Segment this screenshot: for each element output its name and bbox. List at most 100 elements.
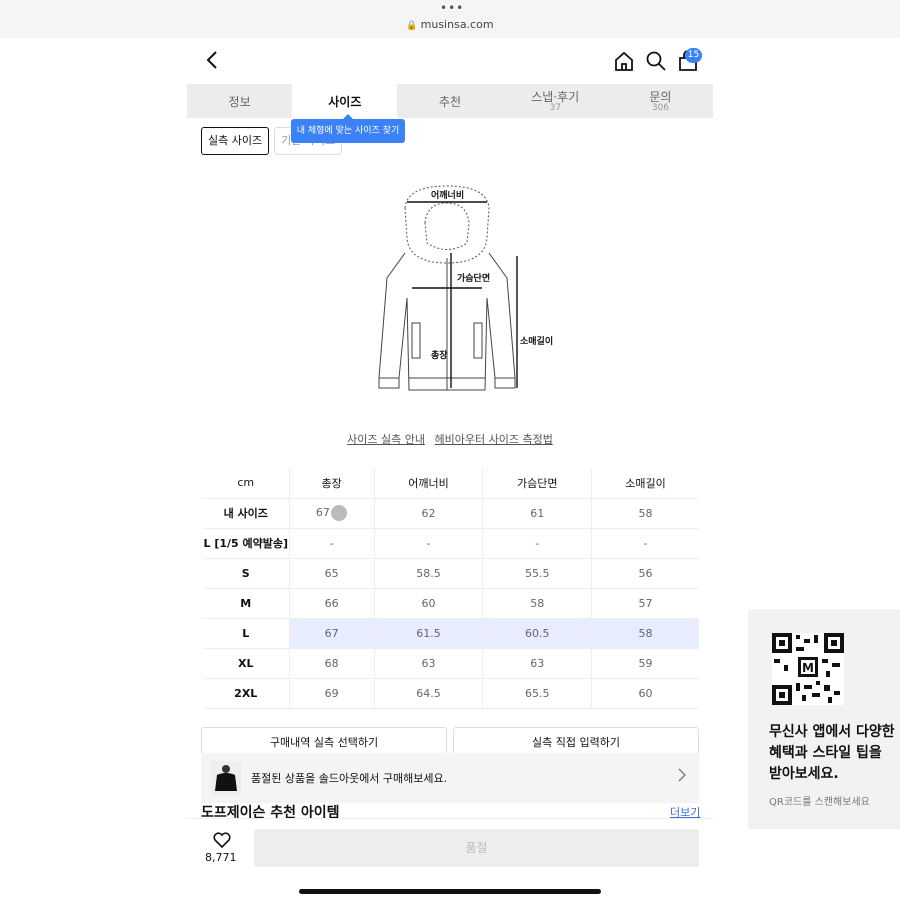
table-header: cm	[203, 468, 290, 499]
cart-badge: 15	[685, 48, 702, 63]
cell: 55.5	[482, 558, 593, 589]
row-label: XL	[203, 648, 290, 679]
table-row: S 65 58.5 55.5 56	[203, 558, 699, 589]
cell: 60	[591, 678, 699, 709]
like-count: 8,771	[205, 851, 237, 864]
row-label: L [1/5 예약발송]	[203, 528, 290, 559]
table-header: 총장	[289, 468, 375, 499]
table-row: L [1/5 예약발송] - - - -	[203, 528, 699, 559]
product-thumbnail	[211, 761, 241, 795]
search-icon[interactable]	[645, 50, 667, 72]
cell: 58	[482, 588, 593, 619]
table-row: 내 사이즈 67 62 61 58	[203, 498, 699, 529]
home-icon[interactable]	[613, 50, 635, 72]
promo-line: 혜택과 스타일 팁을	[769, 745, 882, 761]
drag-handle-dot[interactable]	[331, 505, 348, 521]
table-row-highlighted: L 67 61.5 60.5 58	[203, 618, 699, 649]
chevron-right-icon	[678, 768, 686, 782]
label-chest: 가슴단면	[457, 272, 490, 284]
tab-qna[interactable]: 문의 306	[608, 84, 713, 118]
home-indicator	[299, 889, 601, 894]
size-guide-link[interactable]: 사이즈 실측 안내	[347, 433, 425, 446]
tab-size[interactable]: 사이즈	[292, 84, 398, 118]
cell: 61	[482, 498, 593, 529]
cell: 63	[482, 648, 593, 679]
size-guide-links: 사이즈 실측 안내 헤비아우터 사이즈 측정법	[187, 431, 713, 447]
table-row: XL 68 63 63 59	[203, 648, 699, 679]
tab-label: 추천	[438, 95, 462, 109]
cell: -	[591, 528, 699, 559]
cell: 58.5	[374, 558, 484, 589]
cell: -	[289, 528, 375, 559]
heart-icon[interactable]	[213, 831, 231, 849]
row-label: S	[203, 558, 290, 589]
cell: 61.5	[374, 618, 484, 649]
cell: -	[374, 528, 484, 559]
row-label: 내 사이즈	[203, 498, 290, 529]
row-label: L	[203, 618, 290, 649]
cell: 56	[591, 558, 699, 589]
cell: 67	[289, 618, 375, 649]
size-finder-tooltip[interactable]: 내 체형에 맞는 사이즈 찾기	[291, 114, 405, 143]
table-header: 가슴단면	[482, 468, 593, 499]
svg-text:M: M	[802, 661, 814, 675]
product-page: 15 정보 사이즈 추천 스냅·후기37 문의306 실측 사이즈 기준 사이즈…	[187, 38, 713, 900]
measure-method-link[interactable]: 헤비아우터 사이즈 측정법	[435, 433, 553, 446]
table-header: 소매길이	[591, 468, 699, 499]
promo-line: 받아보세요.	[769, 766, 839, 782]
cell: 63	[374, 648, 484, 679]
measured-size-button[interactable]: 실측 사이즈	[201, 127, 270, 155]
soldout-text: 품절된 상품을 솔드아웃에서 구매해보세요.	[251, 772, 448, 785]
page-header: 15	[187, 38, 713, 84]
cell: 57	[591, 588, 699, 619]
tab-info[interactable]: 정보	[187, 84, 292, 118]
app-promo-panel: M 무신사 앱에서 다양한 혜택과 스타일 팁을 받아보세요. QR코드를 스캔…	[748, 609, 900, 829]
tab-bar: 정보 사이즈 추천 스냅·후기 37 문의 306	[187, 84, 713, 118]
cell: 64.5	[374, 678, 484, 709]
table-row: 2XL 69 64.5 65.5 60	[203, 678, 699, 709]
url-display[interactable]: 🔒 musinsa.com	[0, 18, 900, 31]
cell: 66	[289, 588, 375, 619]
bottom-bar: 8,771 품절	[187, 818, 713, 900]
tab-label: 정보	[228, 95, 251, 109]
cell: 60.5	[482, 618, 593, 649]
cell: 65	[289, 558, 375, 589]
row-label: 2XL	[203, 678, 290, 709]
label-sleeve: 소매길이	[520, 335, 553, 347]
table-header-row: cm 총장 어깨너비 가슴단면 소매길이	[203, 468, 699, 499]
promo-line: 무신사 앱에서 다양한	[769, 724, 895, 740]
tab-count: 306	[651, 103, 669, 113]
url-text: musinsa.com	[420, 18, 494, 31]
table-row: M 66 60 58 57	[203, 588, 699, 619]
row-label: M	[203, 588, 290, 619]
qr-caption: QR코드를 스캔해보세요	[769, 797, 870, 808]
soldout-banner[interactable]: 품절된 상품을 솔드아웃에서 구매해보세요.	[201, 753, 699, 803]
cell: 69	[289, 678, 375, 709]
qr-code-icon: M	[772, 633, 844, 705]
cell: -	[482, 528, 593, 559]
cell: 59	[591, 648, 699, 679]
cell: 60	[374, 588, 484, 619]
label-length: 총장	[431, 349, 448, 361]
tab-recommend[interactable]: 추천	[397, 84, 502, 118]
lock-icon: 🔒	[406, 21, 418, 31]
tab-count: 37	[549, 103, 561, 113]
cell: 67	[289, 498, 375, 529]
tab-label: 사이즈	[328, 95, 362, 109]
more-dots-icon[interactable]: •••	[440, 2, 464, 14]
table-header: 어깨너비	[374, 468, 484, 499]
jacket-measurement-diagram: 어깨너비 가슴단면 총장 소매길이	[378, 185, 553, 391]
size-table: cm 총장 어깨너비 가슴단면 소매길이 내 사이즈 67 62 61 58 L…	[203, 468, 699, 709]
back-arrow-icon[interactable]	[203, 49, 223, 71]
cell: 68	[289, 648, 375, 679]
cell-value: 67	[315, 506, 330, 519]
cell: 58	[591, 618, 699, 649]
browser-bar: ••• 🔒 musinsa.com	[0, 0, 900, 38]
cell: 62	[374, 498, 484, 529]
label-shoulder: 어깨너비	[431, 189, 464, 201]
tab-reviews[interactable]: 스냅·후기 37	[503, 84, 608, 118]
buy-button[interactable]: 품절	[254, 829, 699, 867]
cell: 58	[591, 498, 699, 529]
promo-text: 무신사 앱에서 다양한 혜택과 스타일 팁을 받아보세요.	[769, 722, 900, 785]
cell: 65.5	[482, 678, 593, 709]
